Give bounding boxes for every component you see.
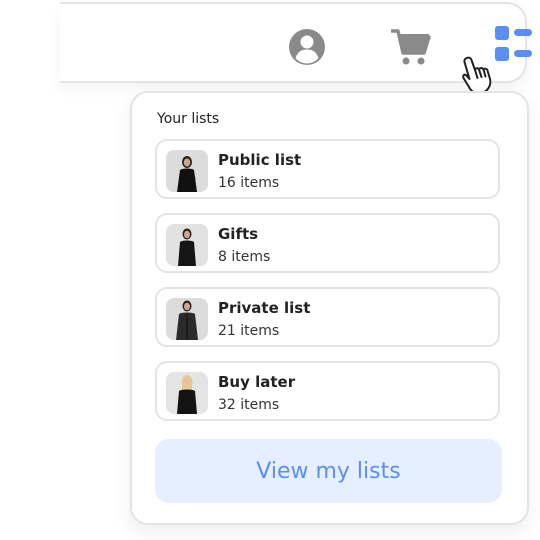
list-count: 21 items [218,323,280,339]
list-thumbnail [166,372,208,414]
profile-icon[interactable] [288,28,326,66]
list-name: Private list [218,299,311,317]
view-my-lists-button[interactable]: View my lists [155,439,502,503]
list-item-gifts[interactable]: Gifts 8 items [155,213,500,273]
list-name: Public list [218,151,302,169]
panel-title: Your lists [157,111,220,127]
list-name: Gifts [218,225,259,243]
list-thumbnail [166,298,208,340]
hand-cursor-icon [462,56,492,95]
list-item-public-list[interactable]: Public list 16 items [155,139,500,199]
list-count: 8 items [218,249,271,265]
list-count: 32 items [218,397,280,413]
list-item-private-list[interactable]: Private list 21 items [155,287,500,347]
cart-icon[interactable] [391,28,431,66]
top-bar [0,2,532,83]
list-thumbnail [166,224,208,266]
lists-dropdown-panel: Your lists Public list 16 items Gifts 8 … [130,91,529,525]
list-name: Buy later [218,373,296,391]
list-thumbnail [166,150,208,192]
lists-icon[interactable] [494,25,534,65]
list-item-buy-later[interactable]: Buy later 32 items [155,361,500,421]
list-count: 16 items [218,175,280,191]
